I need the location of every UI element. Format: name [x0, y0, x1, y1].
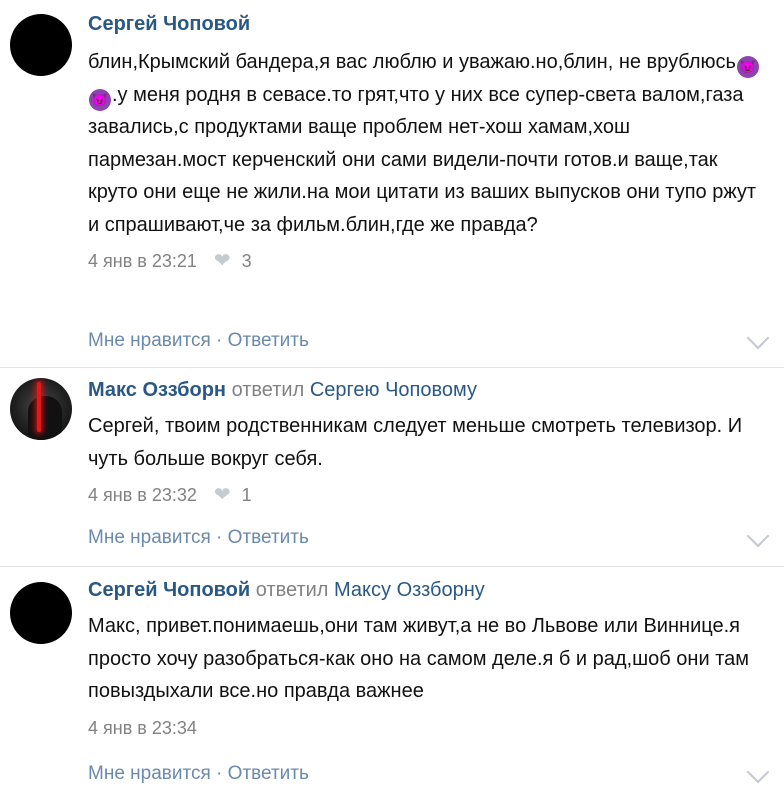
- reply-to-link[interactable]: Максу Оззборну: [334, 579, 485, 601]
- comment-header: Сергей Чоповой: [88, 12, 764, 36]
- author-name[interactable]: Макс Оззборн: [88, 379, 226, 401]
- like-count: 3: [241, 251, 252, 271]
- chevron-down-icon[interactable]: [746, 524, 770, 548]
- avatar[interactable]: [10, 582, 72, 644]
- comment-text: Сергей, твоим родственникам следует мень…: [88, 415, 743, 470]
- reply-to-link[interactable]: Сергею Чоповому: [310, 379, 477, 401]
- comment-text: блин,Крымский бандера,я вас люблю и уваж…: [88, 46, 764, 241]
- comment-actions[interactable]: Мне нравится · Ответить: [88, 330, 309, 352]
- comment-actions[interactable]: Мне нравится · Ответить: [88, 527, 309, 549]
- comment-time[interactable]: 4 янв в 23:34: [88, 718, 197, 738]
- smiling-imp-icon: 😈: [89, 88, 111, 111]
- avatar[interactable]: [10, 14, 72, 76]
- smiling-imp-icon: 😈: [736, 56, 759, 78]
- chevron-down-icon[interactable]: [746, 326, 770, 350]
- heart-icon[interactable]: ❤: [214, 250, 231, 272]
- comment-meta: 4 янв в 23:21 ❤ 3: [88, 249, 764, 273]
- replied-label: ответил: [255, 579, 329, 601]
- comment-meta: 4 янв в 23:32 ❤ 1: [88, 483, 764, 507]
- divider: [0, 367, 784, 368]
- avatar[interactable]: [10, 378, 72, 440]
- comment-text: Макс, привет.понимаешь,они там живут,а н…: [88, 615, 750, 702]
- comment-actions[interactable]: Мне нравится · Ответить: [88, 763, 309, 785]
- replied-label: ответил: [231, 379, 305, 401]
- like-count: 1: [241, 485, 252, 505]
- heart-icon[interactable]: ❤: [214, 484, 231, 506]
- chevron-down-icon[interactable]: [746, 760, 770, 784]
- comment-header: Макс Оззборн ответил Сергею Чоповому: [88, 378, 764, 402]
- author-name[interactable]: Сергей Чоповой: [88, 13, 250, 35]
- comment-time[interactable]: 4 янв в 23:32: [88, 485, 197, 505]
- divider: [0, 566, 784, 567]
- author-name[interactable]: Сергей Чоповой: [88, 579, 250, 601]
- comment-header: Сергей Чоповой ответил Максу Оззборну: [88, 578, 764, 602]
- comment-meta: 4 янв в 23:34: [88, 716, 764, 740]
- comment-time[interactable]: 4 янв в 23:21: [88, 251, 197, 271]
